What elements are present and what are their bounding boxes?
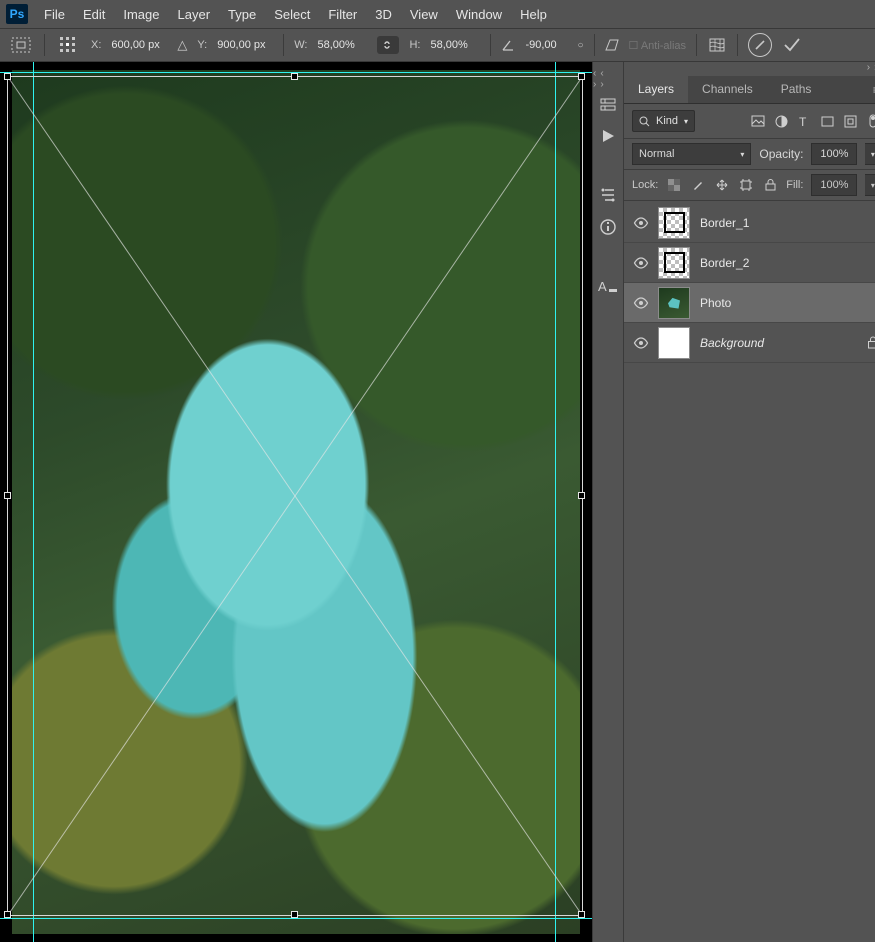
transform-tool-icon[interactable] xyxy=(8,32,34,58)
layer-row[interactable]: Photo xyxy=(624,283,875,323)
transform-bounding-box[interactable] xyxy=(7,76,583,916)
commit-transform-button[interactable] xyxy=(782,36,802,54)
filter-toggle-icon[interactable] xyxy=(865,113,875,129)
opacity-label: Opacity: xyxy=(759,147,803,161)
collapsed-panels-strip: ‹‹ ›› A xyxy=(592,62,624,942)
collapse-arrows-icon[interactable]: ›› xyxy=(624,62,875,76)
transform-handle[interactable] xyxy=(578,911,585,918)
app-logo: Ps xyxy=(6,4,28,24)
menu-select[interactable]: Select xyxy=(266,3,318,26)
layer-name[interactable]: Photo xyxy=(700,296,731,310)
filter-adjustment-icon[interactable] xyxy=(773,113,789,129)
menu-window[interactable]: Window xyxy=(448,3,510,26)
info-panel-icon[interactable] xyxy=(599,218,617,236)
right-panel: ›› Layers Channels Paths ≡ Kind ▾ T xyxy=(624,62,875,942)
menu-bar: Ps File Edit Image Layer Type Select Fil… xyxy=(0,0,875,28)
aspect-link-icon[interactable] xyxy=(377,36,399,54)
tab-paths[interactable]: Paths xyxy=(767,76,826,103)
svg-text:T: T xyxy=(799,115,807,127)
lock-all-icon[interactable] xyxy=(762,177,778,193)
opacity-stepper[interactable]: ▾ xyxy=(865,143,875,165)
visibility-toggle[interactable] xyxy=(624,297,658,309)
filter-pixel-icon[interactable] xyxy=(750,113,766,129)
menu-edit[interactable]: Edit xyxy=(75,3,113,26)
lock-icon xyxy=(867,336,875,349)
svg-text:A: A xyxy=(598,279,607,294)
fill-stepper[interactable]: ▾ xyxy=(865,174,875,196)
lock-label: Lock: xyxy=(632,179,658,191)
h-field[interactable] xyxy=(430,39,480,51)
transform-handle[interactable] xyxy=(4,492,11,499)
layer-name[interactable]: Border_1 xyxy=(700,216,749,230)
w-field[interactable] xyxy=(317,39,367,51)
character-panel-icon[interactable]: A xyxy=(598,278,618,294)
menu-view[interactable]: View xyxy=(402,3,446,26)
actions-panel-icon[interactable] xyxy=(600,128,616,144)
layer-row[interactable]: Background xyxy=(624,323,875,363)
filter-shape-icon[interactable] xyxy=(819,113,835,129)
transform-handle[interactable] xyxy=(291,73,298,80)
angle-icon xyxy=(501,38,515,52)
layer-filter-kind[interactable]: Kind ▾ xyxy=(632,110,695,132)
angle-field[interactable] xyxy=(525,39,567,51)
menu-help[interactable]: Help xyxy=(512,3,555,26)
lock-position-icon[interactable] xyxy=(714,177,730,193)
layer-row[interactable]: Border_1 xyxy=(624,203,875,243)
transform-handle[interactable] xyxy=(291,911,298,918)
visibility-toggle[interactable] xyxy=(624,337,658,349)
layer-row[interactable]: Border_2 xyxy=(624,243,875,283)
lock-transparency-icon[interactable] xyxy=(666,177,682,193)
menu-layer[interactable]: Layer xyxy=(170,3,219,26)
guide-horizontal[interactable] xyxy=(0,918,592,919)
collapse-arrows-icon[interactable]: ‹‹ ›› xyxy=(593,68,623,82)
filter-type-icon[interactable]: T xyxy=(796,113,812,129)
h-label: H: xyxy=(409,39,420,51)
lock-pixels-icon[interactable] xyxy=(690,177,706,193)
menu-3d[interactable]: 3D xyxy=(367,3,400,26)
transform-handle[interactable] xyxy=(578,492,585,499)
fill-label: Fill: xyxy=(786,179,803,191)
menu-type[interactable]: Type xyxy=(220,3,264,26)
transform-handle[interactable] xyxy=(578,73,585,80)
cancel-transform-button[interactable] xyxy=(748,33,772,57)
options-bar: X: △ Y: W: H: ○ ☐ Anti-alias xyxy=(0,28,875,62)
reference-point-icon[interactable] xyxy=(55,32,81,58)
lock-artboard-icon[interactable] xyxy=(738,177,754,193)
transform-handle[interactable] xyxy=(4,73,11,80)
history-panel-icon[interactable] xyxy=(599,96,617,114)
delta-icon[interactable]: △ xyxy=(177,37,187,53)
filter-smartobject-icon[interactable] xyxy=(842,113,858,129)
x-field[interactable] xyxy=(111,39,167,51)
x-label: X: xyxy=(91,39,101,51)
visibility-toggle[interactable] xyxy=(624,257,658,269)
layers-list: Border_1 Border_2 Photo Background xyxy=(624,201,875,363)
y-field[interactable] xyxy=(217,39,273,51)
canvas[interactable] xyxy=(0,62,592,942)
w-label: W: xyxy=(294,39,307,51)
degree-label: ○ xyxy=(577,40,583,51)
transform-handle[interactable] xyxy=(4,911,11,918)
skew-h-icon xyxy=(605,39,619,51)
y-label: Y: xyxy=(197,39,207,51)
tab-channels[interactable]: Channels xyxy=(688,76,767,103)
fill-field[interactable]: 100% xyxy=(811,174,857,196)
menu-file[interactable]: File xyxy=(36,3,73,26)
blend-mode-select[interactable]: Normal▾ xyxy=(632,143,751,165)
properties-panel-icon[interactable] xyxy=(599,186,617,204)
opacity-field[interactable]: 100% xyxy=(811,143,857,165)
warp-mode-icon[interactable] xyxy=(707,36,727,54)
menu-filter[interactable]: Filter xyxy=(320,3,365,26)
tab-layers[interactable]: Layers xyxy=(624,76,688,103)
antialias-checkbox: ☐ Anti-alias xyxy=(629,39,687,52)
layer-name[interactable]: Background xyxy=(700,336,764,350)
menu-image[interactable]: Image xyxy=(115,3,167,26)
panel-menu-icon[interactable]: ≡ xyxy=(863,76,875,103)
visibility-toggle[interactable] xyxy=(624,217,658,229)
layer-name[interactable]: Border_2 xyxy=(700,256,749,270)
